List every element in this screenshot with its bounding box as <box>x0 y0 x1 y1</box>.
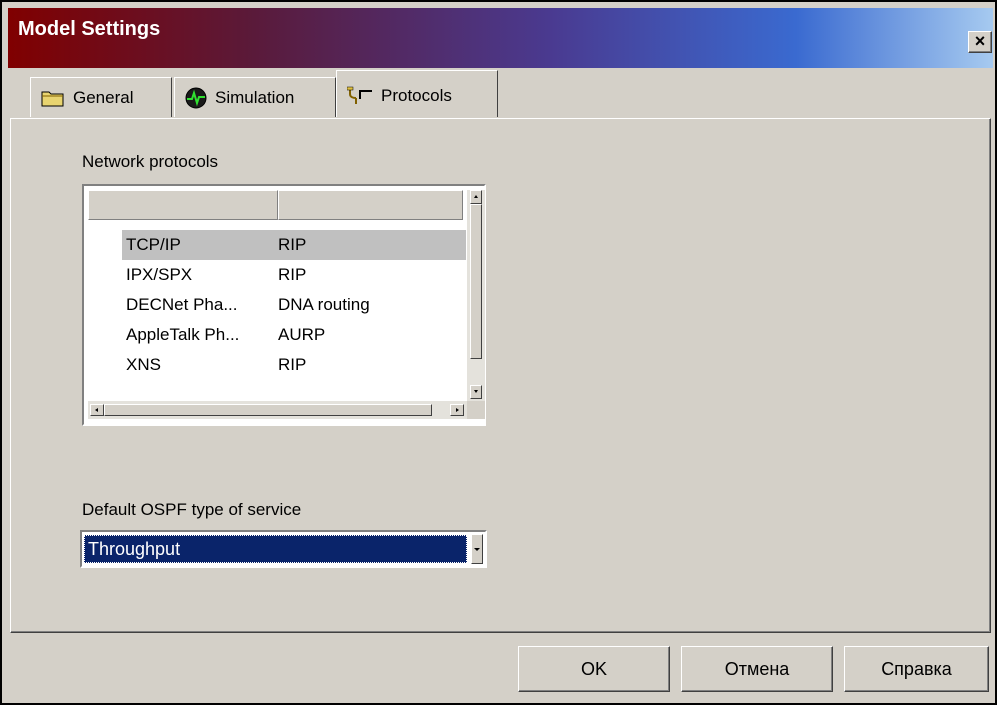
routing-protocol: AURP <box>278 325 326 344</box>
tab-simulation[interactable]: Simulation <box>174 77 336 117</box>
list-header <box>88 190 463 220</box>
chevron-down-icon <box>474 548 480 551</box>
routing-protocol: DNA routing <box>278 295 370 314</box>
tab-protocols[interactable]: Protocols <box>336 70 498 117</box>
tab-general[interactable]: General <box>30 77 172 117</box>
vertical-scrollbar[interactable] <box>467 190 485 401</box>
ospf-label: Default OSPF type of service <box>82 500 302 519</box>
scroll-up-button[interactable] <box>470 190 482 204</box>
horizontal-scrollbar[interactable] <box>88 401 467 419</box>
routing-protocol: RIP <box>278 235 307 254</box>
model-settings-dialog: Model Settings × General Simulation Prot… <box>0 0 997 705</box>
title-bar[interactable]: Model Settings × <box>8 8 993 68</box>
vertical-scroll-thumb[interactable] <box>470 204 482 359</box>
protocol-name: XNS <box>126 355 161 374</box>
scroll-corner <box>467 401 485 419</box>
ok-button[interactable]: OK <box>518 646 670 692</box>
list-item[interactable]: IPX/SPX RIP <box>122 260 466 290</box>
tab-label: Protocols <box>381 86 452 105</box>
horizontal-scroll-thumb[interactable] <box>104 404 432 416</box>
arrow-right-icon <box>456 408 459 412</box>
scroll-left-button[interactable] <box>90 404 104 416</box>
list-item[interactable]: TCP/IP RIP <box>122 230 466 260</box>
tab-label: Simulation <box>215 87 295 107</box>
arrow-down-icon <box>474 390 478 393</box>
scroll-right-button[interactable] <box>450 404 464 416</box>
close-button[interactable]: × <box>968 31 992 53</box>
network-protocols-label: Network protocols <box>82 152 219 171</box>
ospf-selected-value: Throughput <box>84 535 467 563</box>
column-header-protocol[interactable] <box>88 190 278 220</box>
ospf-type-select[interactable]: Throughput <box>80 530 487 568</box>
monitor-waveform-icon <box>185 87 207 108</box>
cancel-button[interactable]: Отмена <box>681 646 833 692</box>
routing-protocol: RIP <box>278 265 307 284</box>
help-button[interactable]: Справка <box>844 646 989 692</box>
list-item[interactable]: DECNet Pha... DNA routing <box>122 290 466 320</box>
list-item[interactable]: AppleTalk Ph... AURP <box>122 320 466 350</box>
routing-protocol: RIP <box>278 355 307 374</box>
network-cable-icon <box>347 86 372 104</box>
protocol-name: AppleTalk Ph... <box>126 325 240 344</box>
arrow-up-icon <box>474 195 478 198</box>
protocol-name: TCP/IP <box>126 235 181 254</box>
arrow-left-icon <box>95 408 98 412</box>
window-title: Model Settings <box>18 18 161 40</box>
dropdown-button[interactable] <box>471 534 483 564</box>
protocols-list[interactable]: TCP/IP RIP IPX/SPX RIP DECNet Pha... DNA… <box>82 184 486 426</box>
scroll-down-button[interactable] <box>470 385 482 399</box>
tab-label: General <box>73 87 134 107</box>
folder-icon <box>41 91 64 106</box>
protocol-name: IPX/SPX <box>126 265 193 284</box>
column-header-routing[interactable] <box>278 190 463 220</box>
protocol-name: DECNet Pha... <box>126 295 238 314</box>
list-item[interactable]: XNS RIP <box>122 350 466 380</box>
